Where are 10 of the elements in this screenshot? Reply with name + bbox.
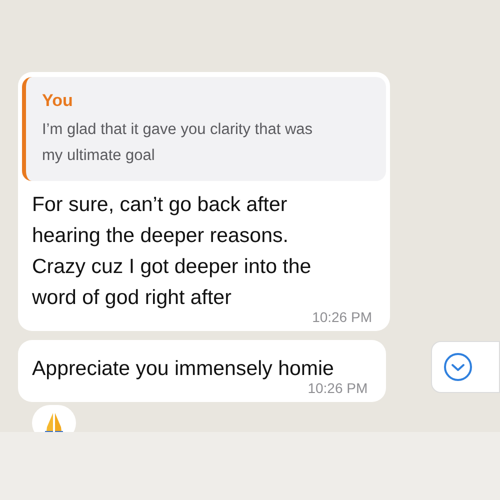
quote-text: I’m glad that it gave you clarity that was my ultimate goal (42, 120, 314, 166)
quote-author: You (42, 91, 74, 111)
message-text: Appreciate you immensely homie (31, 356, 335, 382)
message-text: For sure, can’t go back after hearing the deeper reasons. Crazy cuz I got deeper into the word of god right after (31, 192, 312, 311)
message-time: 10:26 PM (311, 309, 373, 325)
scroll-down-button[interactable] (430, 341, 500, 393)
chevron-down-icon (443, 352, 474, 382)
reaction-badge[interactable] (32, 405, 76, 432)
quoted-message[interactable]: You I’m glad that it gave you clarity that was my ultimate goal (22, 77, 386, 181)
message-time: 10:26 PM (306, 380, 369, 396)
